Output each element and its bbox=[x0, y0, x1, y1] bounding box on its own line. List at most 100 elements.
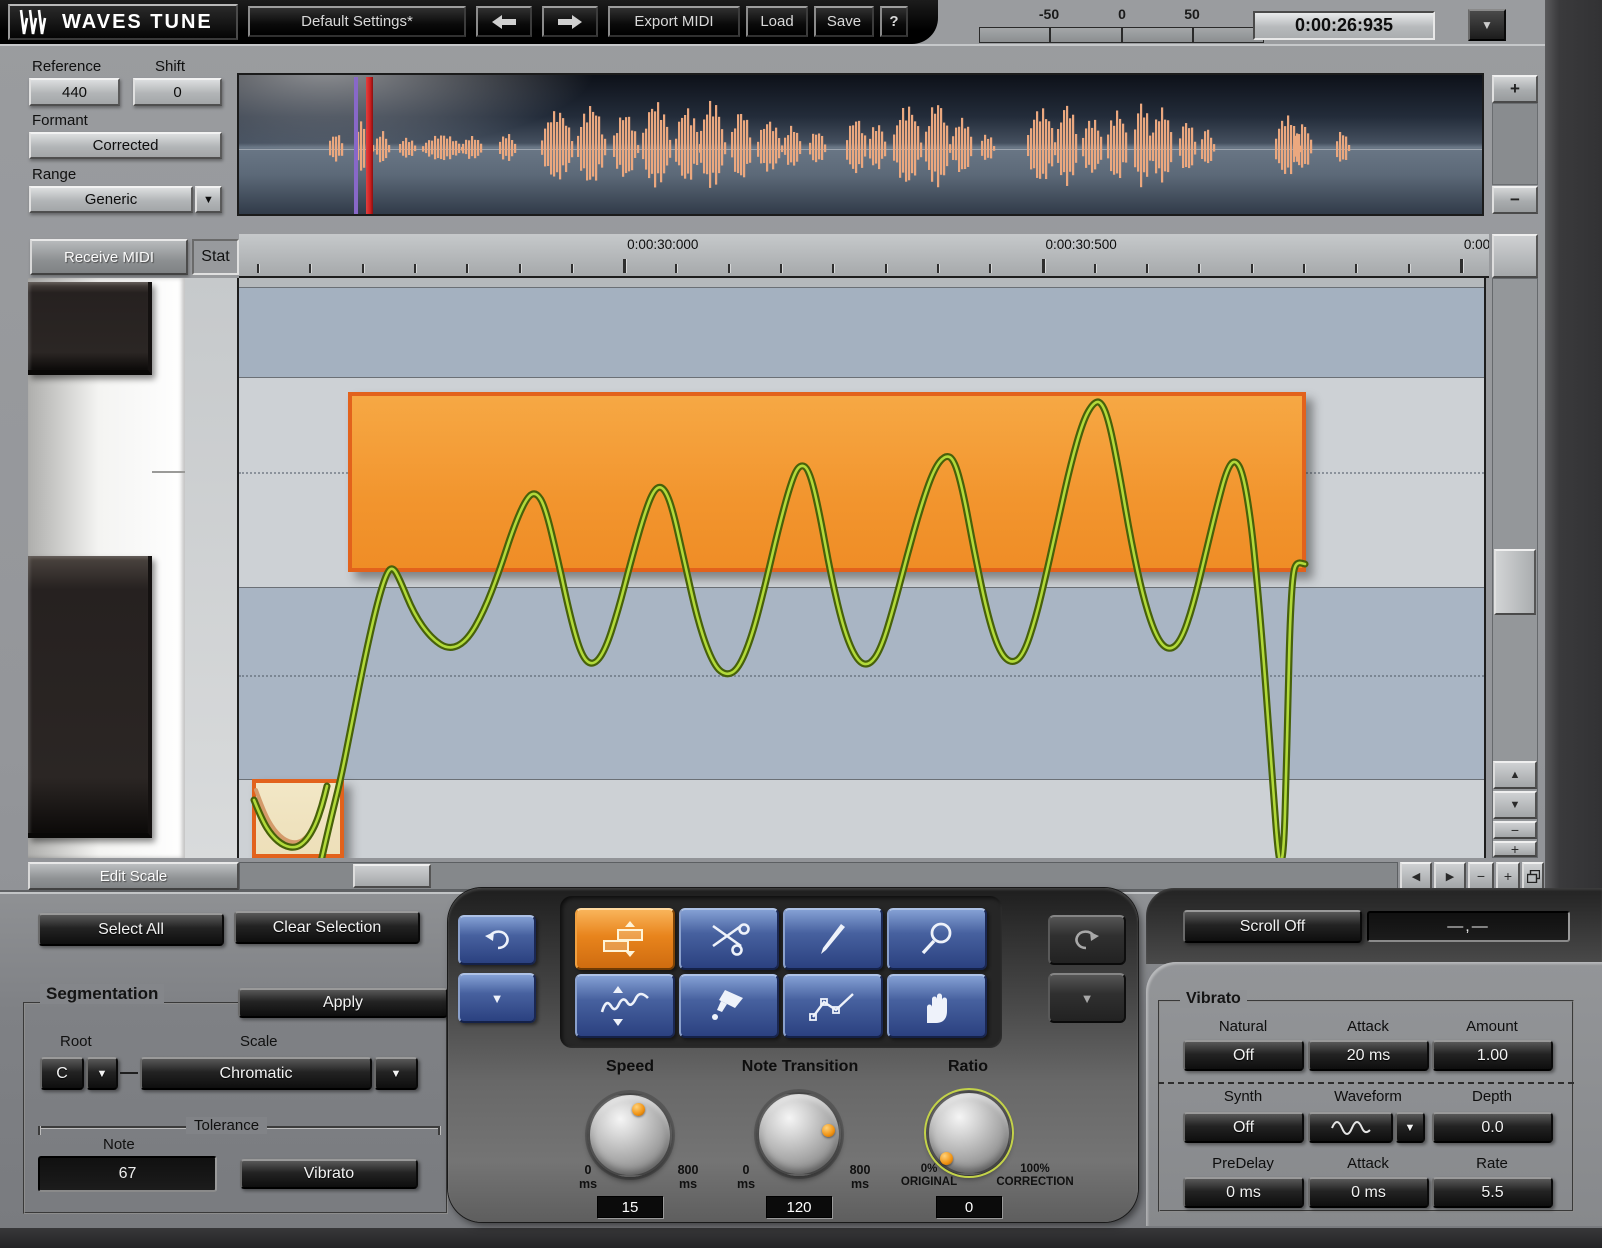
scroll-mode-button[interactable]: Scroll Off bbox=[1183, 910, 1362, 943]
scroll-right-button[interactable]: ▶ bbox=[1434, 862, 1466, 890]
tool-line-button[interactable] bbox=[783, 974, 883, 1038]
range-dropdown[interactable]: ▼ bbox=[195, 186, 222, 213]
tool-pen-button[interactable] bbox=[783, 908, 883, 970]
edit-scale-button[interactable]: Edit Scale bbox=[28, 862, 239, 890]
tool-scissors-button[interactable] bbox=[679, 908, 779, 970]
waveform-bar bbox=[625, 117, 627, 173]
reference-value[interactable]: 440 bbox=[29, 78, 120, 106]
timeline-label: 0:00: bbox=[1464, 237, 1489, 252]
waveform-overview[interactable] bbox=[237, 73, 1484, 216]
scale-select[interactable]: Chromatic bbox=[140, 1057, 372, 1090]
export-midi-button[interactable]: Export MIDI bbox=[608, 6, 740, 37]
overview-zoom-in-button[interactable]: + bbox=[1492, 75, 1538, 103]
waveform-bar bbox=[905, 121, 907, 182]
root-select[interactable]: C bbox=[40, 1057, 84, 1090]
piano-black-key[interactable] bbox=[28, 282, 152, 375]
waveform-bar bbox=[1125, 132, 1127, 162]
vibrato-attack2-value[interactable]: 0 ms bbox=[1308, 1177, 1429, 1208]
undo-button[interactable] bbox=[458, 915, 536, 965]
next-preset-button[interactable] bbox=[542, 6, 598, 37]
playback-cursor[interactable] bbox=[366, 77, 373, 214]
waves-logo: WAVES TUNE bbox=[8, 4, 238, 40]
tool-hand-button[interactable] bbox=[887, 974, 987, 1038]
ruler-corner-button[interactable] bbox=[1492, 234, 1538, 278]
waveform-bar bbox=[818, 133, 820, 159]
waveform-bar bbox=[793, 132, 795, 166]
selection-cursor[interactable] bbox=[354, 77, 358, 214]
receive-midi-button[interactable]: Receive MIDI bbox=[30, 239, 188, 275]
piano-keyboard[interactable] bbox=[28, 278, 185, 858]
redo-icon bbox=[1072, 928, 1102, 952]
save-button[interactable]: Save bbox=[814, 6, 874, 37]
scale-dropdown[interactable]: ▼ bbox=[374, 1057, 418, 1090]
waveform-bar bbox=[511, 140, 513, 156]
tool-zoom-button[interactable] bbox=[887, 908, 987, 970]
editor-vertical-scrollbar[interactable]: ▲ ▼ − + bbox=[1492, 278, 1538, 858]
vibrato-predelay-value[interactable]: 0 ms bbox=[1183, 1177, 1304, 1208]
window-resize-button[interactable] bbox=[1522, 862, 1544, 890]
scale-label: Scale bbox=[240, 1033, 278, 1050]
timeline-ruler[interactable]: 0:00:30:0000:00:30:5000:00: bbox=[239, 234, 1489, 278]
glue-icon bbox=[707, 986, 751, 1026]
waveform-bar bbox=[458, 144, 460, 153]
vertical-zoom-in-button[interactable]: + bbox=[1493, 841, 1537, 857]
select-all-button[interactable]: Select All bbox=[38, 913, 224, 946]
waveform-shape-button[interactable] bbox=[1308, 1112, 1393, 1143]
waveform-dropdown[interactable]: ▼ bbox=[1395, 1112, 1425, 1143]
vibrato-depth-value[interactable]: 0.0 bbox=[1432, 1112, 1553, 1143]
horizontal-scrollbar-thumb[interactable] bbox=[353, 864, 431, 888]
preset-button[interactable]: Default Settings* bbox=[248, 6, 466, 37]
undo-history-dropdown[interactable]: ▼ bbox=[458, 973, 536, 1023]
waveform-bar bbox=[637, 145, 639, 153]
ratio-value[interactable]: 0 bbox=[936, 1196, 1002, 1218]
tool-glue-button[interactable] bbox=[679, 974, 779, 1038]
vertical-zoom-out-button[interactable]: − bbox=[1493, 821, 1537, 839]
note-transition-value[interactable]: 120 bbox=[766, 1196, 832, 1218]
pitch-editor[interactable] bbox=[239, 278, 1486, 858]
shift-label: Shift bbox=[155, 58, 185, 75]
vibrato-attack-value[interactable]: 20 ms bbox=[1308, 1040, 1429, 1071]
scroll-down-button[interactable]: ▼ bbox=[1493, 791, 1537, 819]
waveform-bar bbox=[846, 140, 848, 160]
tool-note-shift-button[interactable] bbox=[575, 908, 675, 970]
vertical-scrollbar-thumb[interactable] bbox=[1494, 549, 1536, 615]
vibrato-rate-value[interactable]: 5.5 bbox=[1432, 1177, 1553, 1208]
root-dropdown[interactable]: ▼ bbox=[86, 1057, 118, 1090]
load-button[interactable]: Load bbox=[746, 6, 808, 37]
scroll-up-button[interactable]: ▲ bbox=[1493, 761, 1537, 789]
redo-history-dropdown[interactable]: ▼ bbox=[1048, 973, 1126, 1023]
waveform-bar bbox=[1167, 120, 1169, 172]
range-select[interactable]: Generic bbox=[29, 186, 193, 213]
horizontal-zoom-out-button[interactable]: − bbox=[1468, 862, 1494, 890]
previous-preset-button[interactable] bbox=[476, 6, 532, 37]
scroll-left-button[interactable]: ◀ bbox=[1400, 862, 1432, 890]
triangle-down-icon: ▼ bbox=[1510, 799, 1521, 811]
waveform-bar bbox=[405, 138, 407, 158]
vibrato-tolerance-button[interactable]: Vibrato bbox=[240, 1159, 418, 1189]
waveform-bar bbox=[440, 135, 442, 159]
waveform-bar bbox=[1107, 135, 1109, 159]
speed-max-label: 800ms bbox=[658, 1163, 718, 1192]
natural-vibrato-button[interactable]: Off bbox=[1183, 1040, 1304, 1071]
waveform-bar bbox=[660, 120, 662, 182]
tool-pitch-curve-button[interactable] bbox=[575, 974, 675, 1038]
apply-button[interactable]: Apply bbox=[238, 988, 448, 1018]
time-format-dropdown[interactable]: ▼ bbox=[1468, 9, 1506, 41]
shift-value[interactable]: 0 bbox=[133, 78, 222, 106]
waveform-bar bbox=[622, 120, 624, 177]
sine-waveform-icon bbox=[1329, 1119, 1373, 1137]
editor-horizontal-scrollbar[interactable] bbox=[239, 862, 1398, 890]
piano-black-key[interactable] bbox=[28, 556, 152, 838]
logo-text: WAVES TUNE bbox=[62, 11, 213, 34]
help-button[interactable]: ? bbox=[880, 6, 908, 37]
horizontal-zoom-in-button[interactable]: + bbox=[1496, 862, 1520, 890]
clear-selection-button[interactable]: Clear Selection bbox=[234, 911, 420, 944]
synth-vibrato-button[interactable]: Off bbox=[1183, 1112, 1304, 1143]
vibrato-amount-value[interactable]: 1.00 bbox=[1432, 1040, 1553, 1071]
redo-button[interactable] bbox=[1048, 915, 1126, 965]
note-tolerance-value[interactable]: 67 bbox=[38, 1156, 217, 1192]
stat-column bbox=[185, 278, 239, 858]
speed-value[interactable]: 15 bbox=[597, 1196, 663, 1218]
formant-mode-button[interactable]: Corrected bbox=[29, 132, 222, 159]
overview-zoom-out-button[interactable]: − bbox=[1492, 186, 1538, 214]
